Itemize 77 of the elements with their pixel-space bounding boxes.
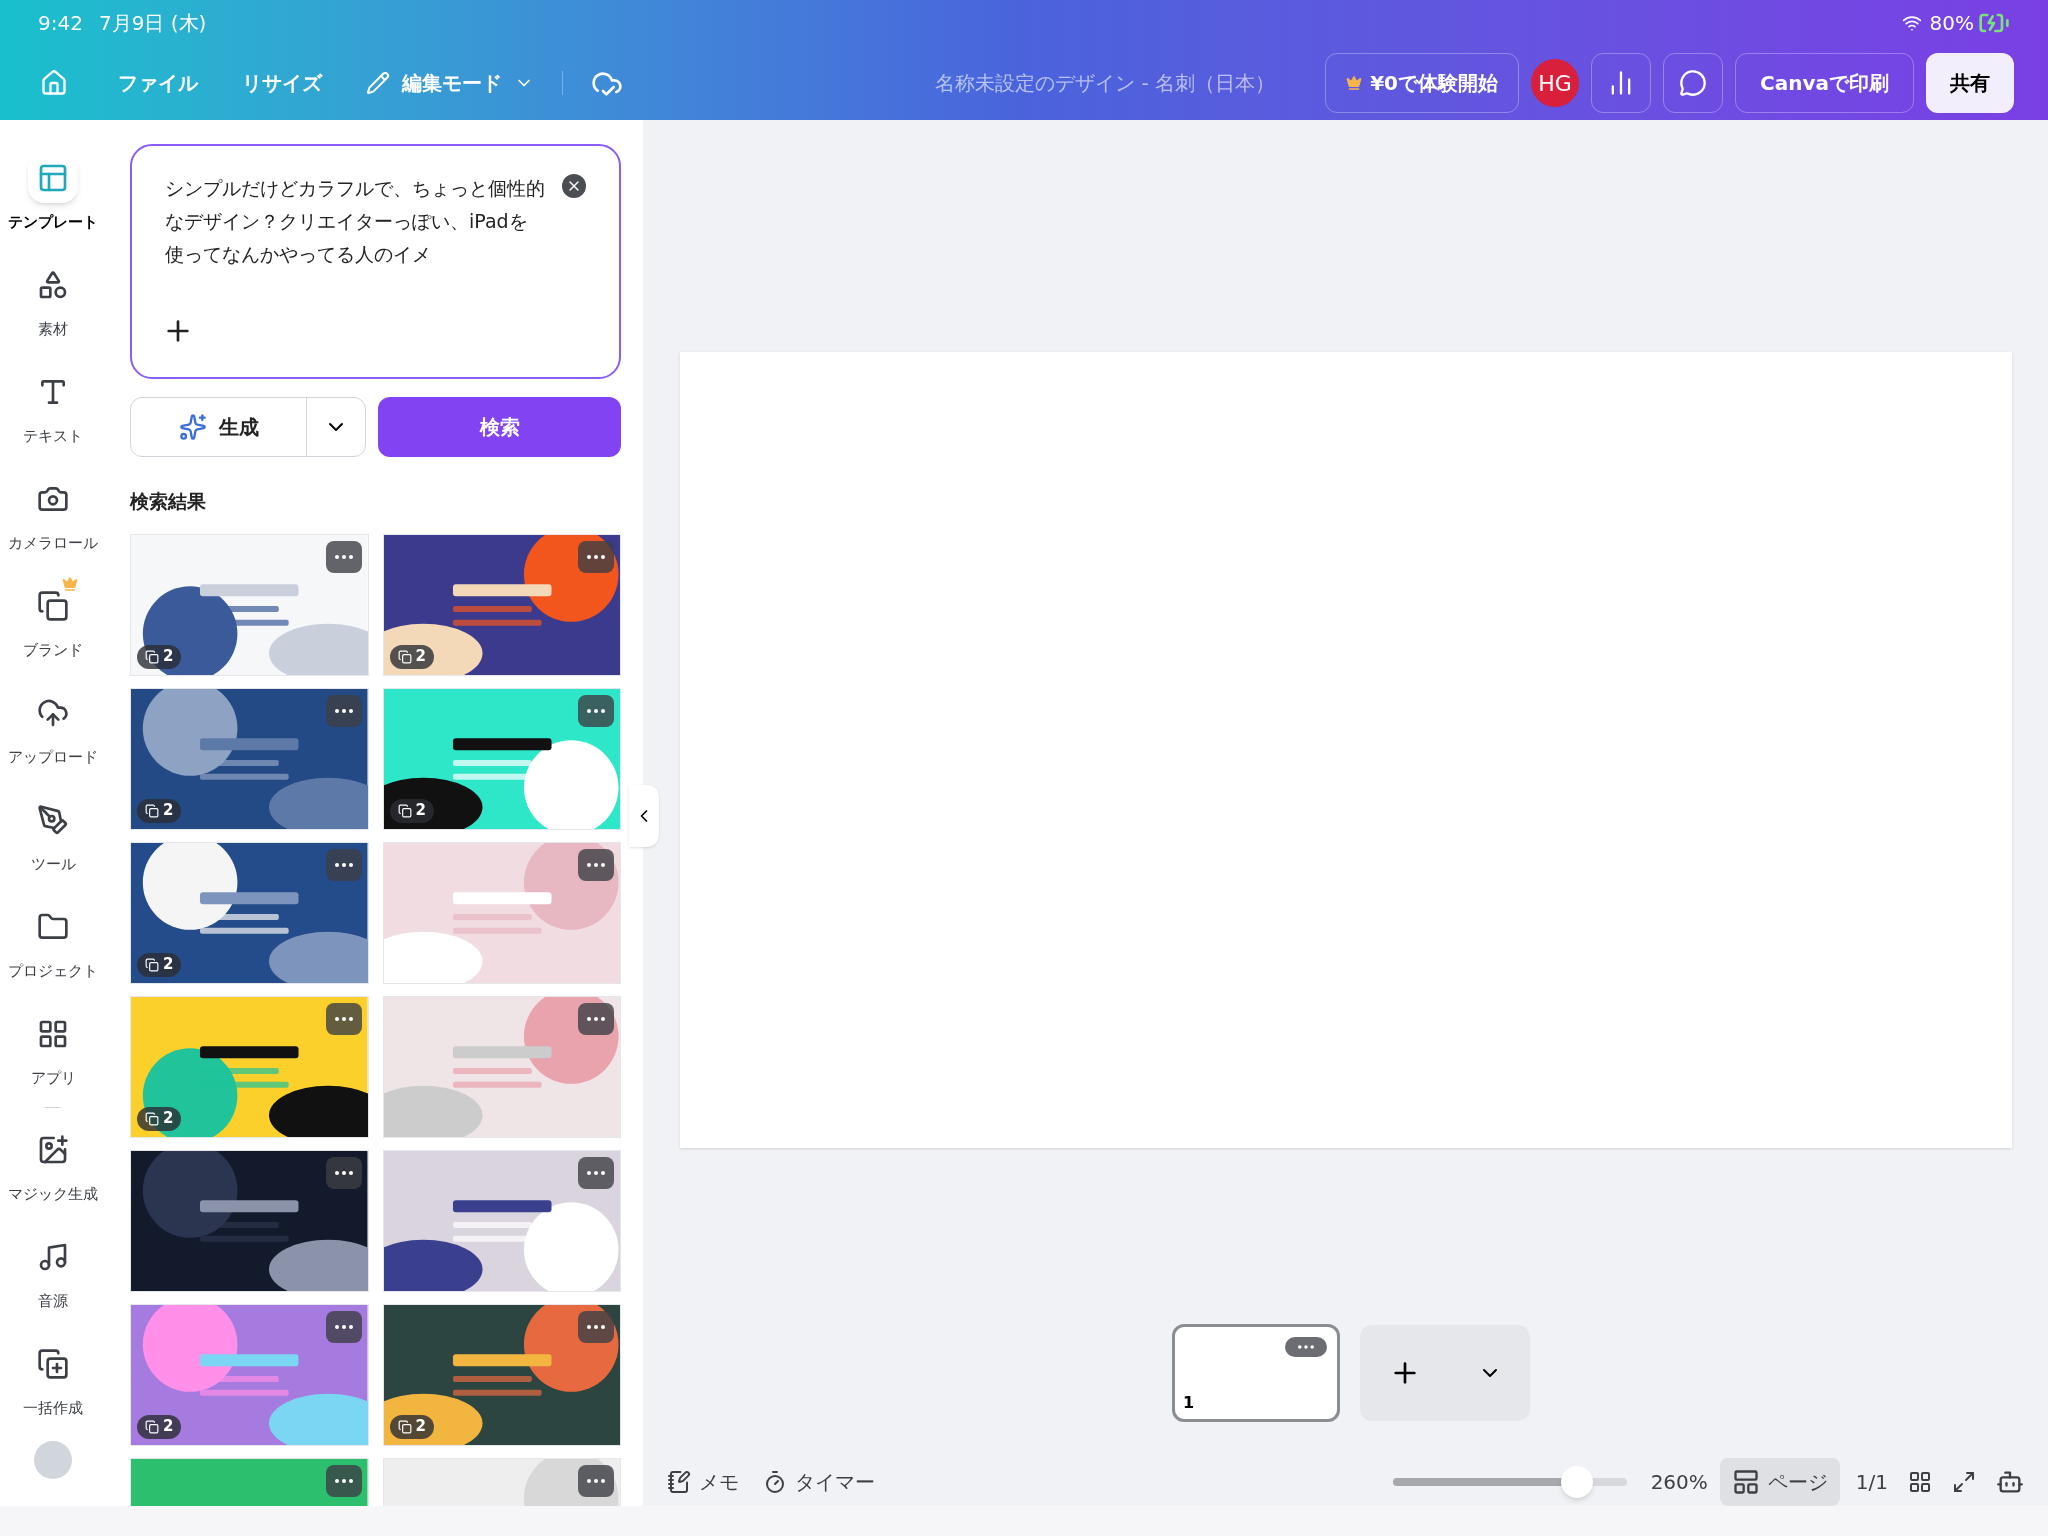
page-counter: 1/1 [1855,1469,1888,1496]
pages-icon [397,1419,412,1434]
more-options-button[interactable] [578,1002,614,1035]
more-icon [334,1324,353,1329]
search-button[interactable]: 検索 [378,397,621,457]
results-heading: 検索結果 [130,489,207,514]
status-time: 9:42 [38,10,83,37]
status-date: 7月9日 (木) [98,10,207,37]
zoom-thumb[interactable] [1561,1466,1594,1498]
home-icon [40,69,68,97]
grid-view-button[interactable] [1908,1470,1932,1494]
page-view-button[interactable]: ページ [1719,1458,1840,1506]
notes-icon [667,1470,691,1494]
expand-icon [1952,1470,1976,1494]
trial-button[interactable]: ¥0で体験開始 [1325,53,1520,113]
pages-icon [145,803,159,818]
prompt-text: シンプルだけどカラフルで、ちょっと個性的なデザイン？クリエイターっぽい、iPadを使ってなんかやってる人のイメ [165,176,545,267]
pages-icon [145,1111,159,1126]
more-icon [1298,1345,1314,1349]
notes-button[interactable]: メモ [667,1467,739,1497]
pages-icon [397,803,412,818]
copy-plus-icon [37,1348,69,1381]
pages-icon [397,649,412,664]
more-icon [587,708,605,713]
comment-button[interactable] [1663,53,1724,113]
wifi-icon [1901,13,1922,33]
zoom-reading: 260% [1650,1469,1708,1496]
sidebar-item[interactable]: 素材 [0,247,106,354]
speech-bubble-icon [1679,69,1708,97]
clear-button[interactable] [562,174,586,198]
sidebar-item[interactable]: アプリ [0,996,106,1103]
pages-icon [145,1419,159,1434]
more-icon [587,1478,605,1483]
print-button[interactable]: Canvaで印刷 [1735,53,1914,113]
more-icon [587,1324,605,1329]
battery-percent: 80% [1929,10,1974,37]
brand-kit-icon [37,590,69,623]
sidebar-item[interactable]: 音源 [0,1219,106,1326]
pen-icon [37,804,69,837]
insights-button[interactable] [1591,53,1652,113]
sidebar-item[interactable]: 一括作成 [0,1326,106,1433]
more-icon [587,554,605,559]
stopwatch-icon [763,1470,787,1494]
grid-icon [1908,1470,1932,1494]
sidebar-item[interactable]: カメラロール [0,461,106,568]
more-icon [334,708,353,713]
sidebar-item[interactable]: マジック生成 [0,1112,106,1219]
more-icon [587,1170,605,1175]
more-icon [334,1016,353,1021]
timer-button[interactable]: タイマー [763,1467,875,1497]
sidebar-item[interactable]: テキスト [0,354,106,461]
page-number: 1 [1183,1392,1195,1414]
user-avatar[interactable]: HG [1531,59,1580,107]
more-icon [334,554,353,559]
more-options-button[interactable] [578,540,614,573]
more-icon [334,862,353,867]
more-icon [587,862,605,867]
more-options-button[interactable] [578,1310,614,1343]
prompt-field[interactable]: シンプルだけどカラフルで、ちょっと個性的なデザイン？クリエイターっぽい、iPadを使ってなんかやってる人のイメ [130,144,621,379]
fullscreen-button[interactable] [1952,1470,1976,1494]
more-icon [334,1478,353,1483]
pencil-icon [366,71,390,95]
more-icon [587,1016,605,1021]
page-thumbnail[interactable]: 1 [1172,1324,1340,1422]
sidebar-item[interactable]: テンプレート [0,140,106,247]
sidebar-item[interactable]: ブランド [0,568,106,675]
sidebar-item[interactable]: アップロード [0,675,106,782]
sidebar-item[interactable]: ツール [0,782,106,889]
page-layout-icon [1731,1468,1760,1496]
crown-icon [1346,75,1363,91]
share-button[interactable]: 共有 [1926,53,2014,113]
sparkle-icon [178,413,207,441]
pages-icon [145,649,159,664]
pages-icon [145,957,159,972]
sidebar-item[interactable]: プロジェクト [0,889,106,996]
more-options-button[interactable] [578,1464,614,1497]
more-icon [334,1170,353,1175]
